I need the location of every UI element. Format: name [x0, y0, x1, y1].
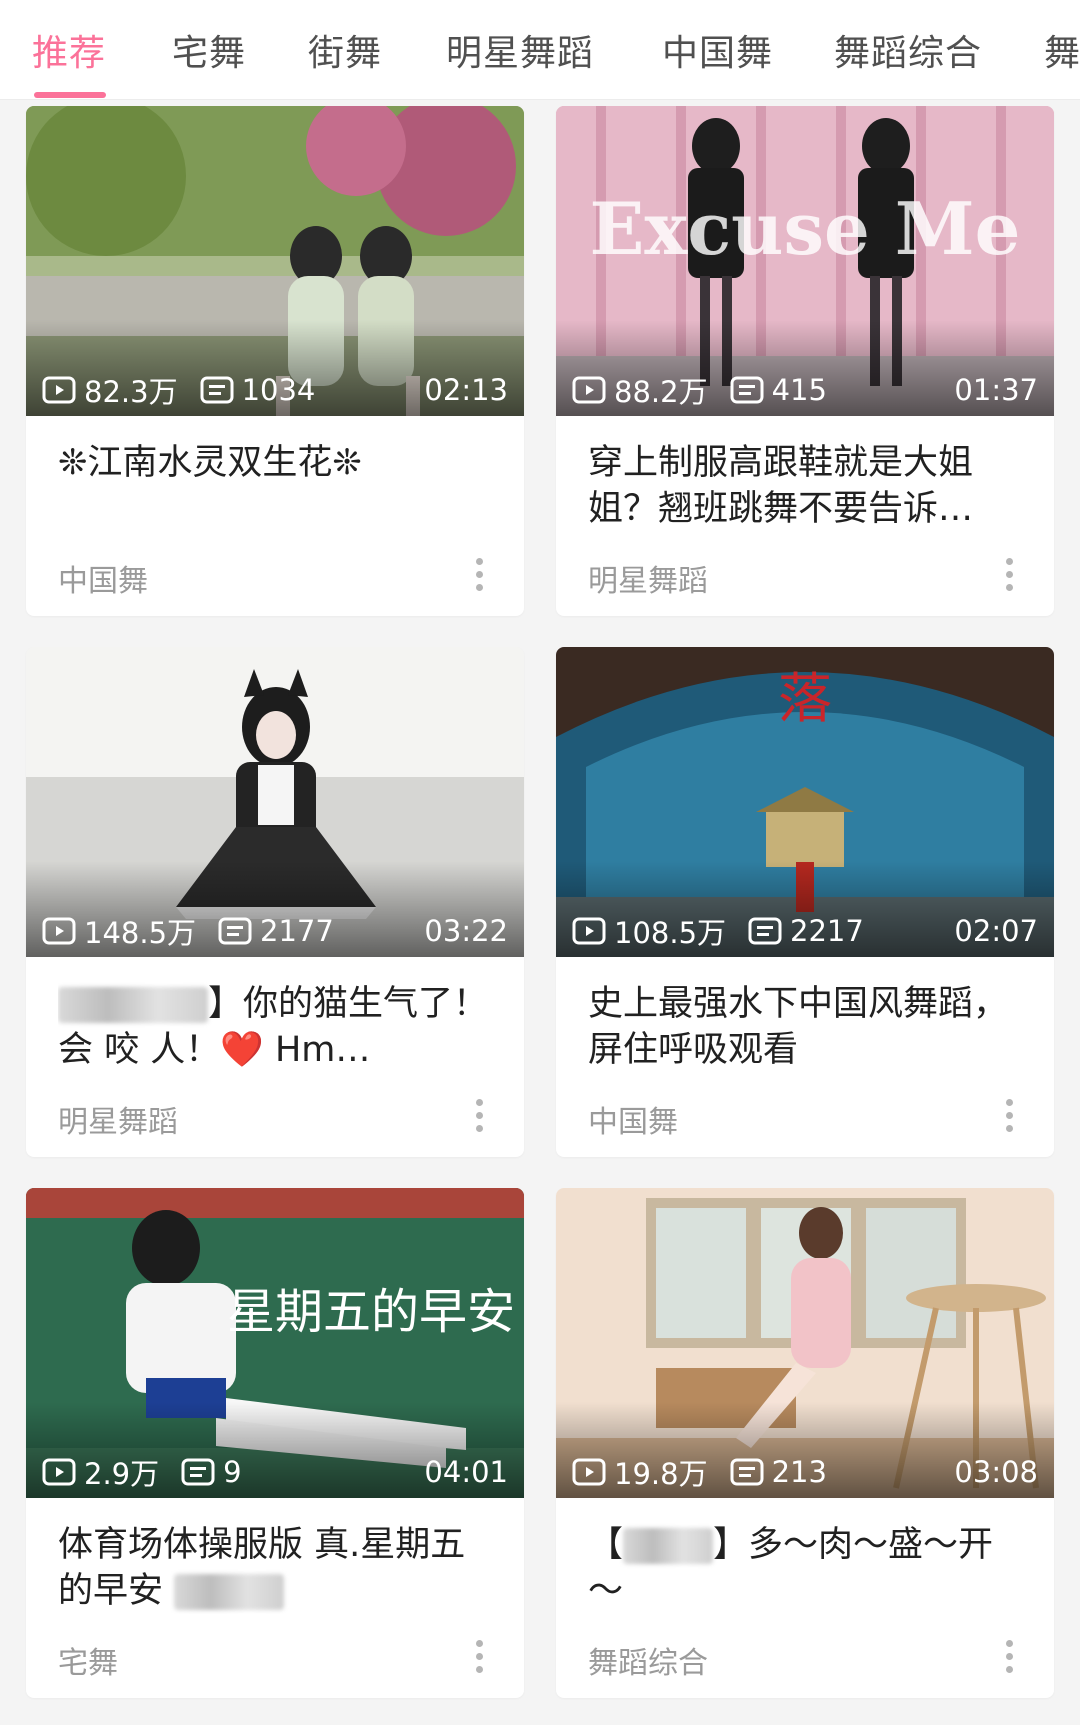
- tab-otaku-dance[interactable]: 宅舞: [172, 24, 246, 76]
- video-title[interactable]: 】你的猫生气了！会 咬 人！❤️ Hm…: [58, 981, 498, 1073]
- danmaku-count: 1034: [241, 373, 316, 407]
- view-count: 19.8万: [614, 1457, 708, 1491]
- video-duration: 01:37: [954, 373, 1038, 407]
- more-vertical-icon[interactable]: [476, 558, 484, 592]
- tab-star-dance[interactable]: 明星舞蹈: [446, 24, 594, 76]
- view-count: 88.2万: [614, 375, 708, 409]
- views-stat: 82.3万: [42, 369, 178, 411]
- video-title[interactable]: 体育场体操服版 真.星期五的早安: [58, 1522, 498, 1614]
- thumbnail-overlay-text: 星期五的早安: [227, 1284, 515, 1340]
- video-title[interactable]: 穿上制服高跟鞋就是大姐姐？翘班跳舞不要告诉…: [588, 440, 1028, 532]
- views-stat: 88.2万: [572, 369, 708, 411]
- category-tag[interactable]: 舞蹈综合: [588, 1638, 708, 1682]
- category-tag[interactable]: 明星舞蹈: [588, 556, 708, 600]
- danmaku-icon: [181, 1458, 215, 1486]
- play-count-icon: [42, 917, 76, 945]
- tab-chinese-dance[interactable]: 中国舞: [662, 24, 773, 76]
- video-duration: 03:08: [954, 1455, 1038, 1489]
- thumbnail-overlay-text: 落: [778, 667, 832, 730]
- danmaku-count: 415: [771, 373, 827, 407]
- views-stat: 108.5万: [572, 910, 726, 952]
- category-tag[interactable]: 中国舞: [588, 1097, 678, 1141]
- video-stats: 19.8万 213 03:08: [572, 1452, 1038, 1492]
- danmaku-count: 9: [223, 1455, 242, 1489]
- blurred-uploader: [174, 1574, 285, 1610]
- video-duration: 03:22: [424, 914, 508, 948]
- danmaku-icon: [730, 1458, 764, 1486]
- video-card[interactable]: 星期五的早安 2.9万 9 04:01 体育场体操服版 真.星期五的早安 宅舞: [26, 1188, 524, 1698]
- video-stats: 108.5万 2217 02:07: [572, 911, 1038, 951]
- more-vertical-icon[interactable]: [476, 1640, 484, 1674]
- video-title[interactable]: 史上最强水下中国风舞蹈，屏住呼吸观看: [588, 981, 1028, 1073]
- video-duration: 02:13: [424, 373, 508, 407]
- video-thumbnail[interactable]: 落 108.5万 2217 02:07: [556, 647, 1054, 957]
- danmaku-icon: [218, 917, 252, 945]
- view-count: 2.9万: [84, 1457, 160, 1491]
- blurred-uploader: [58, 987, 208, 1023]
- video-stats: 88.2万 415 01:37: [572, 370, 1038, 410]
- comments-stat: 1034: [200, 373, 316, 407]
- category-tab-bar: 推荐 宅舞 街舞 明星舞蹈 中国舞 舞蹈综合 舞: [0, 0, 1080, 100]
- tab-dance-overflow[interactable]: 舞: [1044, 24, 1080, 76]
- video-thumbnail[interactable]: 148.5万 2177 03:22: [26, 647, 524, 957]
- view-count: 82.3万: [84, 375, 178, 409]
- blurred-uploader: [623, 1528, 714, 1564]
- thumbnail-overlay-text: Excuse Me: [590, 186, 1021, 271]
- more-vertical-icon[interactable]: [1006, 1099, 1014, 1133]
- video-duration: 02:07: [954, 914, 1038, 948]
- video-thumbnail[interactable]: Excuse Me 88.2万 415 01:37: [556, 106, 1054, 416]
- tab-street-dance[interactable]: 街舞: [308, 24, 382, 76]
- video-card[interactable]: 82.3万 1034 02:13 ❊江南水灵双生花❊ 中国舞: [26, 106, 524, 616]
- danmaku-count: 2177: [260, 914, 334, 948]
- views-stat: 148.5万: [42, 910, 196, 952]
- video-title[interactable]: ❊江南水灵双生花❊: [58, 440, 498, 486]
- category-tag[interactable]: 中国舞: [58, 556, 148, 600]
- video-card[interactable]: 19.8万 213 03:08 【】多～肉～盛～开～ 舞蹈综合: [556, 1188, 1054, 1698]
- more-vertical-icon[interactable]: [1006, 1640, 1014, 1674]
- views-stat: 19.8万: [572, 1451, 708, 1493]
- tab-dance-mixed[interactable]: 舞蹈综合: [834, 24, 982, 76]
- danmaku-count: 213: [771, 1455, 827, 1489]
- comments-stat: 9: [181, 1455, 242, 1489]
- danmaku-icon: [730, 376, 764, 404]
- video-duration: 04:01: [424, 1455, 508, 1489]
- comments-stat: 415: [730, 373, 827, 407]
- video-card[interactable]: 落 108.5万 2217 02:07 史上最强水下中国风舞蹈，屏住呼吸观看 中…: [556, 647, 1054, 1157]
- danmaku-count: 2217: [790, 914, 864, 948]
- video-thumbnail[interactable]: 星期五的早安 2.9万 9 04:01: [26, 1188, 524, 1498]
- category-tag[interactable]: 明星舞蹈: [58, 1097, 178, 1141]
- category-tag[interactable]: 宅舞: [58, 1638, 118, 1682]
- play-count-icon: [572, 376, 606, 404]
- comments-stat: 2217: [748, 914, 864, 948]
- view-count: 148.5万: [84, 916, 197, 950]
- comments-stat: 2177: [218, 914, 334, 948]
- video-card[interactable]: Excuse Me 88.2万 415 01:37 穿上制服高跟鞋就是大姐姐？翘…: [556, 106, 1054, 616]
- play-count-icon: [572, 917, 606, 945]
- video-stats: 2.9万 9 04:01: [42, 1452, 508, 1492]
- more-vertical-icon[interactable]: [476, 1099, 484, 1133]
- comments-stat: 213: [730, 1455, 827, 1489]
- play-count-icon: [572, 1458, 606, 1486]
- danmaku-icon: [748, 917, 782, 945]
- active-tab-indicator: [34, 92, 106, 98]
- play-count-icon: [42, 376, 76, 404]
- more-vertical-icon[interactable]: [1006, 558, 1014, 592]
- view-count: 108.5万: [614, 916, 727, 950]
- video-title[interactable]: 【】多～肉～盛～开～: [588, 1522, 1028, 1614]
- play-count-icon: [42, 1458, 76, 1486]
- views-stat: 2.9万: [42, 1451, 159, 1493]
- danmaku-icon: [200, 376, 234, 404]
- video-stats: 82.3万 1034 02:13: [42, 370, 508, 410]
- video-stats: 148.5万 2177 03:22: [42, 911, 508, 951]
- video-card[interactable]: 148.5万 2177 03:22 】你的猫生气了！会 咬 人！❤️ Hm… 明…: [26, 647, 524, 1157]
- video-title-prefix: 【: [588, 1525, 624, 1565]
- tab-recommend[interactable]: 推荐: [32, 24, 106, 76]
- video-thumbnail[interactable]: 19.8万 213 03:08: [556, 1188, 1054, 1498]
- video-thumbnail[interactable]: 82.3万 1034 02:13: [26, 106, 524, 416]
